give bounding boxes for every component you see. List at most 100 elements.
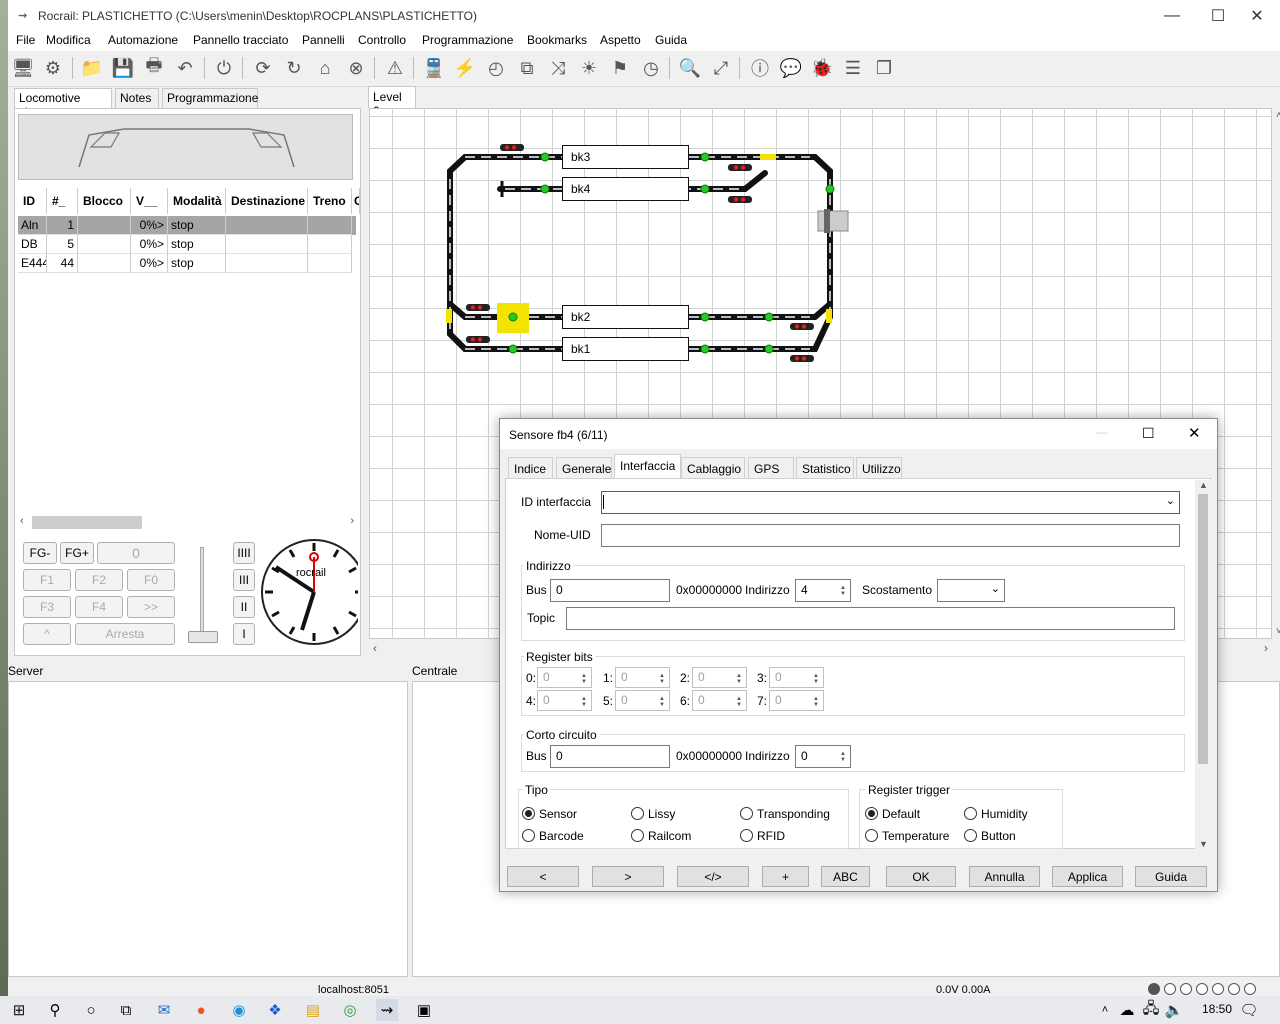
menu-pannelli[interactable]: Pannelli	[302, 33, 345, 47]
flag-icon[interactable]: ⚑	[607, 55, 633, 81]
reg-bit-4-stepper[interactable]: 0 ▲ ▼	[537, 690, 592, 711]
scroll-up-icon[interactable]: ▲	[1199, 480, 1208, 490]
scroll-down-icon[interactable]: ▼	[1199, 839, 1208, 849]
apply-button[interactable]: Applica	[1052, 866, 1123, 887]
cortana-icon[interactable]: ○	[80, 999, 102, 1021]
scroll-thumb[interactable]	[32, 516, 142, 529]
short-bus-field[interactable]: 0	[550, 745, 670, 768]
col-header-treno[interactable]: Treno	[308, 188, 352, 214]
list-icon[interactable]: ☰	[840, 55, 866, 81]
next-button[interactable]: >	[592, 866, 664, 887]
power-icon[interactable]: ⏻	[211, 55, 237, 81]
col-header-id[interactable]: ID	[18, 188, 47, 214]
scroll-left-icon[interactable]: ‹	[20, 515, 24, 527]
reset-icon[interactable]: ↻	[281, 55, 307, 81]
reg-bit-5-stepper[interactable]: 0 ▲ ▼	[615, 690, 670, 711]
iid-combobox[interactable]: ⌄	[601, 491, 1180, 514]
f1-button[interactable]: F1	[23, 569, 71, 591]
dialog-vscroll[interactable]: ▲ ▼	[1195, 480, 1211, 849]
menu-guida[interactable]: Guida	[655, 33, 687, 47]
speed-slider[interactable]	[188, 543, 218, 645]
print-icon[interactable]: 🖶	[141, 55, 167, 81]
tab-cablaggio[interactable]: Cablaggio	[681, 457, 745, 479]
menu-controllo[interactable]: Controllo	[358, 33, 406, 47]
prev-button[interactable]: <	[507, 866, 579, 887]
col-header-c[interactable]: C	[352, 188, 360, 214]
tab-programmazione[interactable]: Programmazione	[162, 88, 258, 108]
table-row[interactable]: Aln 1 0%> stop	[18, 216, 356, 235]
windows-start-icon[interactable]: ⊞	[8, 999, 30, 1021]
col-header-num[interactable]: #_	[47, 188, 78, 214]
stepper-arrows-icon[interactable]: ▲ ▼	[837, 580, 849, 601]
topic-field[interactable]	[566, 607, 1175, 630]
bug-icon[interactable]: 🐞	[809, 55, 835, 81]
tab-level-0[interactable]: Level 0	[368, 86, 416, 118]
xml-button[interactable]: </>	[677, 866, 749, 887]
search-icon[interactable]: ⚲	[44, 999, 66, 1021]
undo-icon[interactable]: ↶	[172, 55, 198, 81]
reg-bit-0-stepper[interactable]: 0 ▲ ▼	[537, 667, 592, 688]
slider-handle[interactable]	[188, 631, 218, 643]
f0-button[interactable]: F0	[127, 569, 175, 591]
reg-bit-1-stepper[interactable]: 0 ▲ ▼	[615, 667, 670, 688]
trigger-temperature-radio[interactable]	[865, 829, 878, 842]
shuffle-icon[interactable]: ⤨	[545, 55, 571, 81]
trigger-button-radio[interactable]	[964, 829, 977, 842]
volume-icon[interactable]: 🔈	[1163, 999, 1185, 1021]
dialog-minimize-icon[interactable]: —	[1096, 425, 1108, 439]
taskbar-clock[interactable]: 18:50	[1202, 1002, 1232, 1016]
col-header-v[interactable]: V__	[131, 188, 168, 214]
gear-2-button[interactable]: II	[233, 596, 255, 618]
chat-icon[interactable]: 💬	[778, 55, 804, 81]
uid-field[interactable]	[601, 524, 1180, 547]
fg-minus-button[interactable]: FG-	[23, 542, 57, 564]
scroll-up-icon[interactable]: ˄	[1276, 110, 1280, 121]
file-explorer-icon[interactable]: ▤	[302, 999, 324, 1021]
fg-plus-button[interactable]: FG+	[60, 542, 94, 564]
f2-button[interactable]: F2	[75, 569, 123, 591]
server-log[interactable]	[8, 681, 408, 977]
block-bk4[interactable]: bk4	[562, 177, 689, 201]
notifications-icon[interactable]: 🗨	[1238, 999, 1260, 1021]
reg-bit-7-stepper[interactable]: 0 ▲ ▼	[769, 690, 824, 711]
block-bk1[interactable]: bk1	[562, 337, 689, 361]
cloud-icon[interactable]: ☁	[1116, 999, 1138, 1021]
info-icon[interactable]: ⓘ	[747, 55, 773, 81]
tab-notes[interactable]: Notes	[115, 88, 159, 108]
menu-bookmarks[interactable]: Bookmarks	[527, 33, 587, 47]
menu-modifica[interactable]: Modifica	[46, 33, 91, 47]
abc-button[interactable]: ABC	[821, 866, 870, 887]
edge-icon[interactable]: ◉	[228, 999, 250, 1021]
bus-field[interactable]: 0	[550, 579, 670, 602]
type-railcom-radio[interactable]	[631, 829, 644, 842]
block-bk3[interactable]: bk3	[562, 145, 689, 169]
tray-chevron-icon[interactable]: ˄	[1094, 999, 1116, 1021]
stop-button[interactable]: Arresta	[75, 623, 175, 645]
block-bk2[interactable]: bk2	[562, 305, 689, 329]
trigger-humidity-radio[interactable]	[964, 807, 977, 820]
tab-gps[interactable]: GPS	[748, 457, 794, 479]
switch-icon[interactable]: ⚡	[452, 55, 478, 81]
menu-aspetto[interactable]: Aspetto	[600, 33, 641, 47]
open-folder-icon[interactable]: 📁	[79, 55, 105, 81]
direction-button[interactable]: ^	[23, 623, 71, 645]
tab-indice[interactable]: Indice	[508, 457, 553, 479]
warning-icon[interactable]: ⚠	[382, 55, 408, 81]
reg-bit-2-stepper[interactable]: 0 ▲ ▼	[692, 667, 747, 688]
table-row[interactable]: DB 5 0%> stop	[18, 235, 356, 254]
plan-vscroll[interactable]: ˄ ˅	[1272, 108, 1280, 639]
menu-file[interactable]: File	[16, 33, 35, 47]
address-stepper[interactable]: 4 ▲ ▼	[795, 579, 851, 602]
tab-generale[interactable]: Generale	[556, 457, 612, 479]
scroll-right-icon[interactable]: ›	[350, 515, 354, 527]
type-rfid-radio[interactable]	[740, 829, 753, 842]
short-address-stepper[interactable]: 0 ▲ ▼	[795, 745, 851, 768]
settings-icon[interactable]: ⚙	[40, 55, 66, 81]
col-header-destinazione[interactable]: Destinazione	[226, 188, 308, 214]
type-barcode-radio[interactable]	[522, 829, 535, 842]
locomotive-icon[interactable]: 🚆	[421, 55, 447, 81]
window-task-icon[interactable]: ▣	[413, 999, 435, 1021]
f3-button[interactable]: F3	[23, 596, 71, 618]
tab-utilizzo[interactable]: Utilizzo	[856, 457, 902, 479]
dropbox-icon[interactable]: ❖	[264, 999, 286, 1021]
